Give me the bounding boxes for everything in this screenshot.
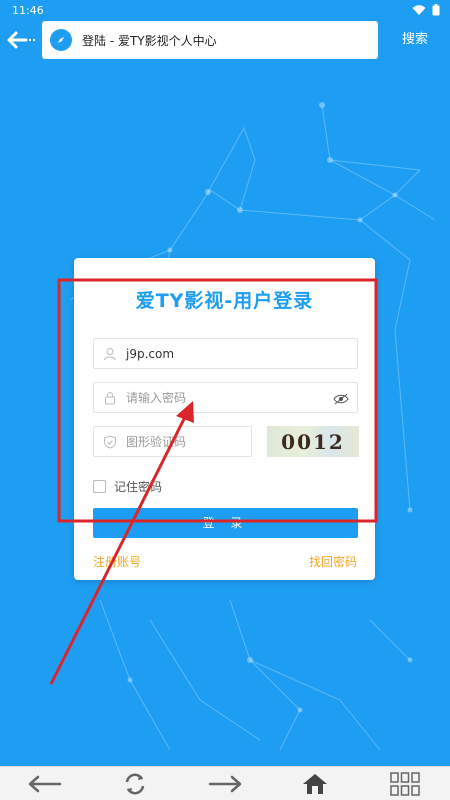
status-time: 11:46 xyxy=(12,3,44,17)
wifi-icon xyxy=(412,4,426,15)
register-link[interactable]: 注册账号 xyxy=(93,553,141,570)
back-button[interactable] xyxy=(6,28,36,52)
status-bar: 11:46 xyxy=(0,0,450,20)
home-icon xyxy=(303,773,327,794)
login-title: 爱TY影视-用户登录 xyxy=(135,290,314,312)
search-button[interactable]: 搜索 xyxy=(392,30,438,50)
captcha-text: 0012 xyxy=(281,429,345,454)
nav-back-button[interactable] xyxy=(25,769,65,799)
address-bar[interactable]: 登陆 - 爱TY影视个人中心 xyxy=(42,21,378,59)
shield-icon xyxy=(102,434,118,450)
username-value: j9p.com xyxy=(126,346,175,361)
bottom-nav-bar xyxy=(0,766,450,800)
compass-icon xyxy=(50,29,72,51)
username-field[interactable]: j9p.com xyxy=(93,338,358,369)
nav-forward-button[interactable] xyxy=(205,769,245,799)
captcha-placeholder: 图形验证码 xyxy=(126,435,187,449)
lock-icon xyxy=(102,390,118,406)
status-icons xyxy=(412,4,440,16)
login-card: 爱TY影视-用户登录 j9p.com 请输入密码 图形验证码 0012 记住密码… xyxy=(74,258,375,580)
page-title: 登陆 - 爱TY影视个人中心 xyxy=(82,33,217,48)
user-icon xyxy=(102,346,118,362)
remember-label: 记住密码 xyxy=(114,480,163,494)
nav-refresh-button[interactable] xyxy=(115,769,155,799)
forgot-password-link[interactable]: 找回密码 xyxy=(309,553,357,570)
captcha-image[interactable]: 0012 xyxy=(267,426,359,457)
eye-toggle-icon[interactable] xyxy=(333,391,349,405)
browser-top-bar: 登陆 - 爱TY影视个人中心 搜索 xyxy=(0,20,450,60)
remember-checkbox[interactable] xyxy=(93,480,106,493)
back-arrow-icon xyxy=(7,31,35,49)
password-placeholder: 请输入密码 xyxy=(126,391,187,405)
grid-menu-icon xyxy=(390,771,420,796)
forward-arrow-icon xyxy=(208,775,242,792)
password-field[interactable]: 请输入密码 xyxy=(93,382,358,413)
nav-menu-button[interactable] xyxy=(385,769,425,799)
captcha-field[interactable]: 图形验证码 xyxy=(93,426,252,457)
battery-icon xyxy=(432,4,440,16)
remember-password[interactable]: 记住密码 xyxy=(93,478,162,495)
login-button[interactable]: 登 录 xyxy=(93,508,358,538)
back-arrow-icon xyxy=(28,775,62,792)
refresh-icon xyxy=(125,773,145,794)
nav-home-button[interactable] xyxy=(295,769,335,799)
